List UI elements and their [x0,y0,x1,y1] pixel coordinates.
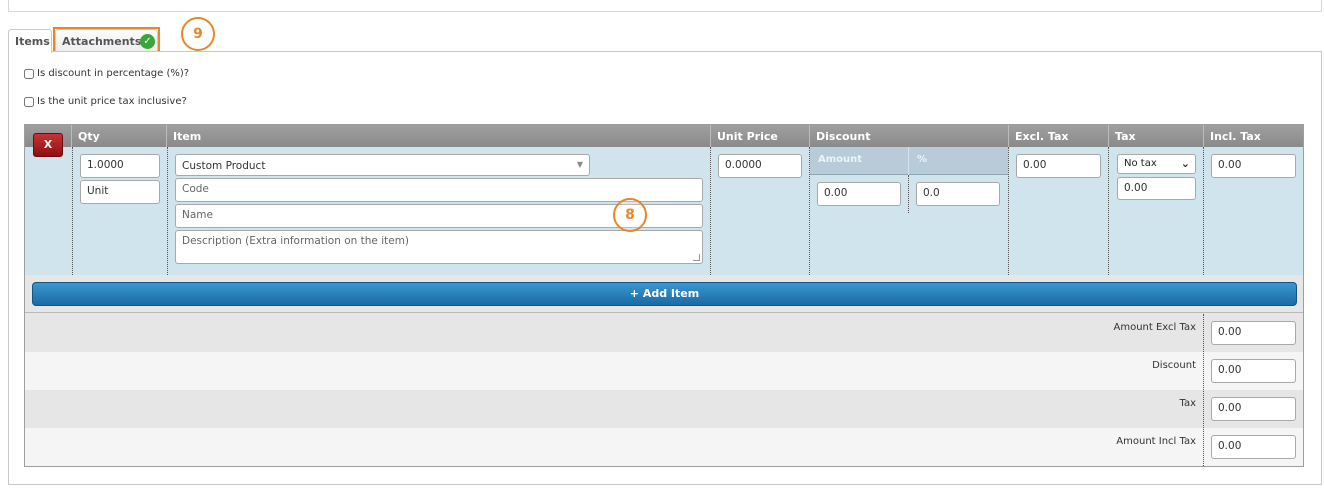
discount-percentage-option[interactable]: Is discount in percentage (%)? [24,68,189,79]
header-item: Item [167,125,711,147]
add-item-button[interactable]: + Add Item [32,282,1297,306]
check-icon: ✓ [140,34,155,49]
total-label: Amount Incl Tax [1116,436,1196,447]
totals-row-amount-excl-tax: Amount Excl Tax 0.00 [25,314,1303,352]
tab-items[interactable]: Items [8,29,52,53]
tax-inclusive-option[interactable]: Is the unit price tax inclusive? [24,96,187,107]
tab-items-label: Items [15,35,50,48]
totals-row-discount: Discount 0.00 [25,352,1303,390]
product-select[interactable]: Custom Product ▼ [175,154,590,176]
top-panel-edge [8,0,1322,12]
column-separator [167,147,168,275]
qty-input[interactable]: 1.0000 [80,154,160,178]
column-separator [72,147,73,275]
line-items-table: Qty Item Unit Price Discount Excl. Tax T… [24,124,1304,467]
amount-excl-tax-field[interactable]: 0.00 [1211,321,1296,345]
total-label: Discount [1152,360,1196,371]
header-excl-tax: Excl. Tax [1009,125,1109,147]
chevron-down-icon: ⌄ [1180,157,1190,170]
header-discount: Discount [810,125,1009,147]
discount-total-field[interactable]: 0.00 [1211,359,1296,383]
header-unit-price: Unit Price [711,125,810,147]
chevron-down-icon: ▼ [576,160,583,169]
total-label: Tax [1179,398,1197,409]
column-separator [1108,147,1109,275]
discount-amount-subheader: Amount [810,147,908,175]
discount-percentage-checkbox[interactable] [24,68,34,79]
totals-row-amount-incl-tax: Amount Incl Tax 0.00 [25,428,1303,466]
header-qty: Qty [72,125,167,147]
unit-input[interactable]: Unit [80,180,160,204]
discount-percentage-label: Is discount in percentage (%)? [37,68,190,79]
amount-incl-tax-field[interactable]: 0.00 [1211,435,1296,459]
discount-percent-input[interactable]: 0.0 [916,182,1000,206]
incl-tax-input[interactable]: 0.00 [1211,154,1296,178]
unit-price-input[interactable]: 0.0000 [718,154,802,178]
tax-select[interactable]: No tax ⌄ [1117,154,1196,174]
description-placeholder: Description (Extra information on the it… [182,235,410,247]
tax-value-input[interactable]: 0.00 [1117,177,1196,200]
description-textarea[interactable]: Description (Extra information on the it… [175,230,703,264]
divider [25,312,1303,313]
discount-percent-subheader: % [909,147,1008,175]
excl-tax-input[interactable]: 0.00 [1016,154,1101,178]
column-separator [710,147,711,275]
annotation-badge-8: 8 [613,198,647,232]
header-incl-tax: Incl. Tax [1210,130,1261,143]
column-separator [1008,147,1009,275]
tax-total-field[interactable]: 0.00 [1211,397,1296,421]
column-separator [1203,147,1204,275]
annotation-badge-9: 9 [181,17,215,51]
discount-amount-input[interactable]: 0.00 [817,182,901,206]
total-label: Amount Excl Tax [1113,322,1197,333]
discount-sub-separator [908,175,909,213]
tax-inclusive-checkbox[interactable] [24,96,34,107]
resize-grip-icon[interactable] [693,254,700,261]
tax-inclusive-label: Is the unit price tax inclusive? [37,96,187,107]
product-select-value: Custom Product [182,160,266,172]
delete-row-button[interactable]: X [33,133,63,157]
header-tax: Tax [1109,125,1204,147]
table-header: Qty Item Unit Price Discount Excl. Tax T… [25,125,1303,147]
totals-row-tax: Tax 0.00 [25,390,1303,428]
totals-separator [1203,314,1204,466]
tax-select-value: No tax [1124,158,1157,169]
